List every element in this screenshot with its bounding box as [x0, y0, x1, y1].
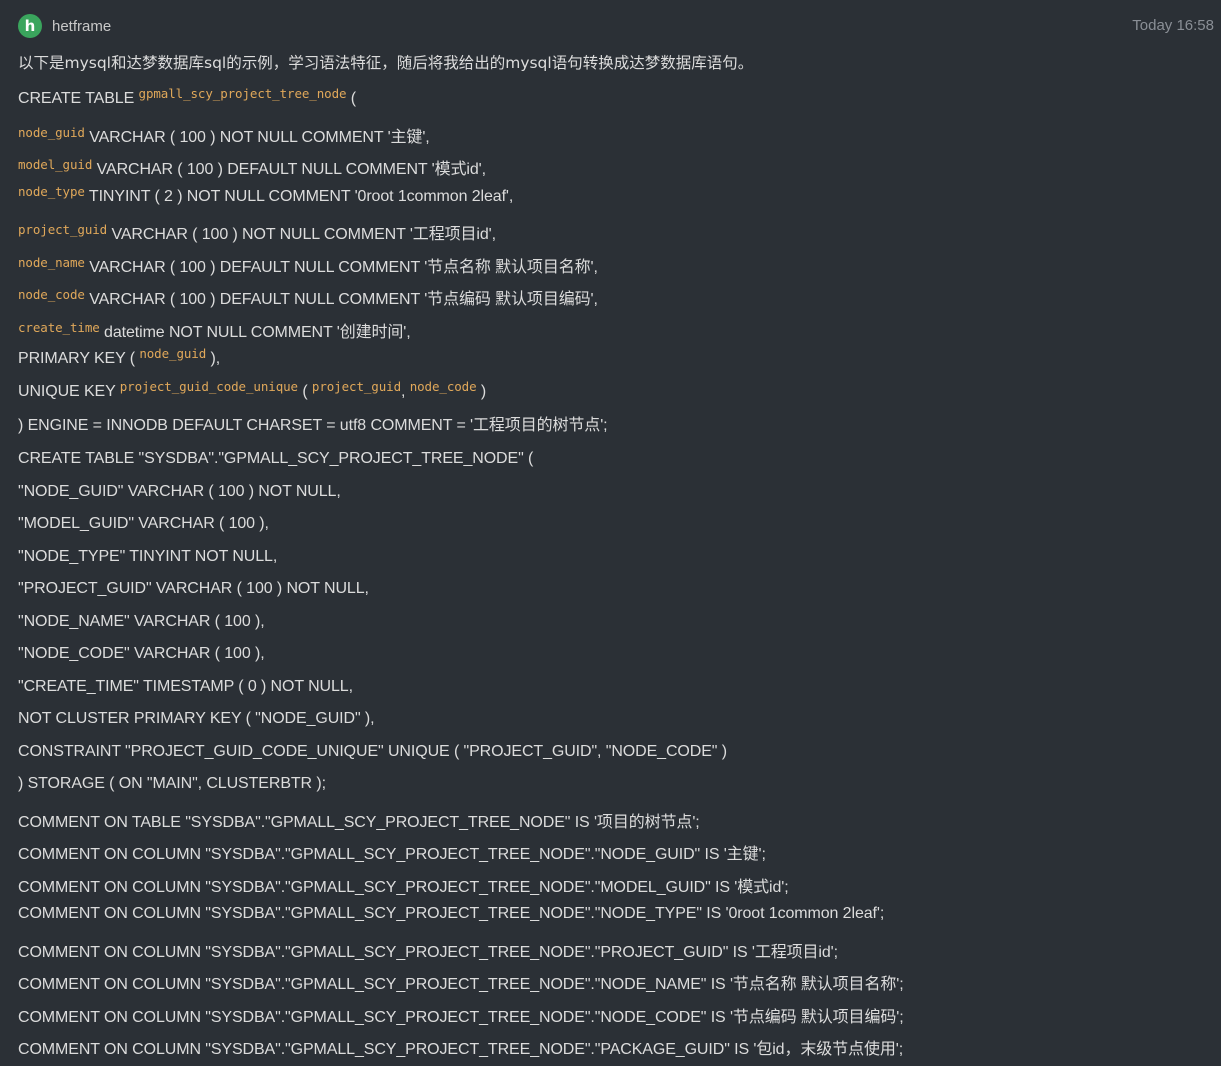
mysql-line: node_guid VARCHAR ( 100 ) NOT NULL COMME…: [18, 123, 430, 147]
mysql-line: node_name VARCHAR ( 100 ) DEFAULT NULL C…: [18, 253, 598, 277]
inline-code: project_guid: [18, 222, 108, 237]
line-text: VARCHAR ( 100 ) NOT NULL COMMENT '主键',: [84, 129, 430, 146]
dm-line: "MODEL_GUID" VARCHAR ( 100 ),: [18, 515, 269, 532]
mysql-line: model_guid VARCHAR ( 100 ) DEFAULT NULL …: [18, 155, 486, 179]
dm-line: "NODE_TYPE" TINYINT NOT NULL,: [18, 548, 278, 565]
intro-text: 以下是mysql和达梦数据库sql的示例，学习语法特征，随后将我给出的mysql…: [18, 54, 754, 72]
dm-line: "PROJECT_GUID" VARCHAR ( 100 ) NOT NULL,: [18, 580, 369, 597]
dm-line: "NODE_NAME" VARCHAR ( 100 ),: [18, 613, 265, 630]
line-text: ),: [206, 350, 221, 367]
line-text: VARCHAR ( 100 ) NOT NULL COMMENT '工程项目id…: [107, 226, 496, 243]
line-text: UNIQUE KEY: [18, 383, 120, 400]
mysql-line: PRIMARY KEY ( node_guid ),: [18, 346, 221, 368]
dm-line: NOT CLUSTER PRIMARY KEY ( "NODE_GUID" ),: [18, 710, 375, 727]
username[interactable]: hetframe: [52, 18, 111, 35]
mysql-line: CREATE TABLE gpmall_scy_project_tree_nod…: [18, 86, 357, 108]
inline-code: create_time: [18, 320, 100, 335]
line-text: ): [476, 383, 487, 400]
chat-message: h hetframe Today 16:58 以下是mysql和达梦数据库sql…: [0, 0, 1221, 1066]
dm-line: COMMENT ON TABLE "SYSDBA"."GPMALL_SCY_PR…: [18, 814, 700, 831]
line-text: ,: [401, 383, 410, 400]
mysql-line: project_guid VARCHAR ( 100 ) NOT NULL CO…: [18, 220, 496, 244]
inline-code: project_guid_code_unique: [119, 379, 298, 394]
dm-line: "NODE_CODE" VARCHAR ( 100 ),: [18, 645, 265, 662]
line-text: ) ENGINE = INNODB DEFAULT CHARSET = utf8…: [18, 417, 608, 434]
dm-line: COMMENT ON COLUMN "SYSDBA"."GPMALL_SCY_P…: [18, 879, 789, 896]
dm-line: COMMENT ON COLUMN "SYSDBA"."GPMALL_SCY_P…: [18, 905, 885, 922]
inline-code: model_guid: [18, 157, 93, 172]
line-text: TINYINT ( 2 ) NOT NULL COMMENT '0root 1c…: [84, 188, 514, 205]
mysql-line: UNIQUE KEY project_guid_code_unique ( pr…: [18, 379, 487, 401]
dm-line: COMMENT ON COLUMN "SYSDBA"."GPMALL_SCY_P…: [18, 846, 766, 863]
avatar[interactable]: h: [18, 14, 42, 38]
dm-line: CONSTRAINT "PROJECT_GUID_CODE_UNIQUE" UN…: [18, 743, 727, 760]
line-text: VARCHAR ( 100 ) DEFAULT NULL COMMENT '节点…: [84, 291, 598, 308]
dm-line: COMMENT ON COLUMN "SYSDBA"."GPMALL_SCY_P…: [18, 944, 838, 961]
inline-code: node_type: [18, 184, 85, 199]
inline-code: node_code: [18, 287, 85, 302]
dm-line: COMMENT ON COLUMN "SYSDBA"."GPMALL_SCY_P…: [18, 1009, 904, 1026]
dm-line: CREATE TABLE "SYSDBA"."GPMALL_SCY_PROJEC…: [18, 450, 534, 467]
mysql-line: ) ENGINE = INNODB DEFAULT CHARSET = utf8…: [18, 411, 608, 435]
mysql-line: node_code VARCHAR ( 100 ) DEFAULT NULL C…: [18, 285, 598, 309]
line-text: VARCHAR ( 100 ) DEFAULT NULL COMMENT '节点…: [84, 259, 598, 276]
timestamp: Today 16:58: [1132, 17, 1214, 34]
message-header: h hetframe: [18, 13, 111, 39]
dm-line: "NODE_GUID" VARCHAR ( 100 ) NOT NULL,: [18, 483, 341, 500]
line-text: VARCHAR ( 100 ) DEFAULT NULL COMMENT '模式…: [92, 161, 486, 178]
inline-code: node_name: [18, 255, 85, 270]
mysql-line: node_type TINYINT ( 2 ) NOT NULL COMMENT…: [18, 184, 514, 206]
line-text: datetime NOT NULL COMMENT '创建时间',: [99, 324, 411, 341]
dm-line: ) STORAGE ( ON "MAIN", CLUSTERBTR );: [18, 775, 326, 792]
inline-code: node_code: [409, 379, 477, 394]
dm-line: COMMENT ON COLUMN "SYSDBA"."GPMALL_SCY_P…: [18, 1041, 904, 1058]
line-text: CREATE TABLE: [18, 90, 139, 107]
line-text: PRIMARY KEY (: [18, 350, 140, 367]
inline-code: gpmall_scy_project_tree_node: [138, 86, 347, 101]
dm-line: "CREATE_TIME" TIMESTAMP ( 0 ) NOT NULL,: [18, 678, 353, 695]
line-text: (: [346, 90, 357, 107]
line-text: (: [297, 383, 312, 400]
dm-line: COMMENT ON COLUMN "SYSDBA"."GPMALL_SCY_P…: [18, 976, 904, 993]
inline-code: node_guid: [139, 346, 207, 361]
inline-code: node_guid: [18, 125, 85, 140]
inline-code: project_guid: [311, 379, 401, 394]
mysql-line: create_time datetime NOT NULL COMMENT '创…: [18, 318, 411, 342]
